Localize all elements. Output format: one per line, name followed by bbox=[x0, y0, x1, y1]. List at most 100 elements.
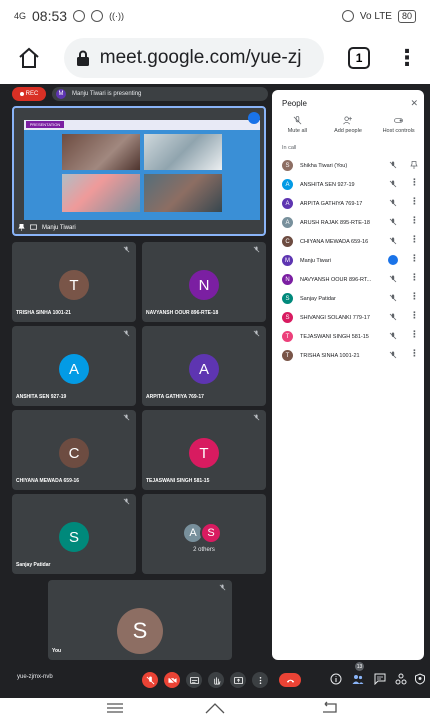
more-options-icon[interactable]: ⋮ bbox=[410, 291, 419, 302]
participant-tile[interactable]: N NAVYANSH OOUR 896-RTE-18 bbox=[142, 242, 266, 322]
pin-icon[interactable] bbox=[18, 224, 25, 231]
add-people-button[interactable]: Add people bbox=[324, 116, 372, 134]
participant-tile[interactable]: C CHIYANA MEWADA 659-16 bbox=[12, 410, 136, 490]
more-options-icon[interactable]: ⋮ bbox=[410, 177, 419, 188]
mic-off-icon bbox=[123, 330, 130, 337]
panel-actions: Mute all Add people Host controls bbox=[272, 116, 424, 134]
recents-icon[interactable] bbox=[103, 700, 127, 716]
tab-switcher-button[interactable]: 1 bbox=[348, 47, 370, 69]
participant-avatar: T bbox=[282, 331, 293, 342]
mic-toggle-button[interactable] bbox=[142, 672, 158, 688]
participant-avatar: S bbox=[59, 522, 89, 552]
participant-name: TRISHA SINHA 1001-21 bbox=[300, 352, 360, 359]
participant-row[interactable]: C CHIYANA MEWADA 659-16 ⋮ bbox=[272, 232, 424, 251]
self-view-tile[interactable]: S You bbox=[48, 580, 232, 660]
participant-row[interactable]: S Shikha Tiwari (You) bbox=[272, 156, 424, 175]
more-options-icon[interactable]: ⋮ bbox=[410, 215, 419, 226]
participant-avatar: C bbox=[282, 236, 293, 247]
signal-indicator: 4G bbox=[14, 11, 27, 21]
more-options-button[interactable] bbox=[252, 672, 268, 688]
mic-off-icon bbox=[123, 498, 130, 505]
mic-off-icon bbox=[389, 275, 397, 283]
participant-row[interactable]: A ARPITA GATHIYA 769-17 ⋮ bbox=[272, 194, 424, 213]
lock-icon bbox=[76, 50, 89, 66]
others-tile[interactable]: A S 2 others bbox=[142, 494, 266, 574]
url-text: meet.google.com/yue-zj bbox=[99, 47, 302, 68]
home-icon[interactable] bbox=[12, 41, 46, 75]
meet-stage: REC M Manju Tiwari is presenting PRESENT… bbox=[0, 84, 430, 698]
people-icon[interactable] bbox=[352, 673, 364, 685]
more-options-icon[interactable]: ⋮ bbox=[410, 348, 419, 359]
more-options-icon[interactable]: ⋮ bbox=[410, 272, 419, 283]
camera-toggle-button[interactable] bbox=[164, 672, 180, 688]
participant-count-badge: 13 bbox=[355, 662, 364, 671]
camera-off-icon bbox=[167, 676, 177, 684]
host-controls-button[interactable]: Host controls bbox=[375, 116, 423, 134]
participant-avatar: C bbox=[59, 438, 89, 468]
slide-photo bbox=[144, 174, 222, 212]
participant-row[interactable]: A ARUSH RAJAK 895-RTE-18 ⋮ bbox=[272, 213, 424, 232]
participant-name: ARPITA GATHIYA 769-17 bbox=[146, 394, 204, 400]
more-options-icon[interactable]: ⋮ bbox=[410, 329, 419, 340]
app-notification-icon bbox=[91, 10, 104, 22]
back-icon[interactable] bbox=[318, 700, 342, 716]
others-label: 2 others bbox=[193, 547, 215, 553]
participant-row[interactable]: M Manju Tiwari ⋮ bbox=[272, 251, 424, 270]
mic-off-icon bbox=[389, 351, 397, 359]
present-button[interactable] bbox=[230, 672, 246, 688]
participant-name: ARPITA GATHIYA 769-17 bbox=[300, 200, 363, 207]
info-icon[interactable] bbox=[330, 673, 342, 685]
participant-row[interactable]: T TRISHA SINHA 1001-21 ⋮ bbox=[272, 346, 424, 365]
participant-avatar: A bbox=[282, 198, 293, 209]
participant-row[interactable]: N NAVYANSH OOUR 896-RT... ⋮ bbox=[272, 270, 424, 289]
self-label: You bbox=[52, 648, 62, 654]
battery-icon: 80 bbox=[397, 9, 416, 23]
participant-tile[interactable]: T TEJASWANI SINGH 581-15 bbox=[142, 410, 266, 490]
participant-tile[interactable]: A ANSHITA SEN 927-19 bbox=[12, 326, 136, 406]
hand-icon bbox=[213, 676, 220, 685]
mic-off-icon bbox=[389, 199, 397, 207]
participant-avatar: T bbox=[189, 438, 219, 468]
participant-row[interactable]: S Sanjay Patidar ⋮ bbox=[272, 289, 424, 308]
chat-icon[interactable] bbox=[374, 673, 386, 685]
participant-tile[interactable]: T TRISHA SINHA 1001-21 bbox=[12, 242, 136, 322]
more-options-icon[interactable]: ⋮ bbox=[410, 196, 419, 207]
leave-call-button[interactable] bbox=[279, 673, 301, 687]
home-nav-icon[interactable] bbox=[203, 700, 227, 716]
people-panel: People ✕ Mute all Add people Host contro… bbox=[272, 90, 424, 660]
hotspot-icon: ((·)) bbox=[109, 11, 125, 21]
more-options-icon[interactable]: ⋮ bbox=[410, 234, 419, 245]
participant-avatar: S bbox=[200, 522, 222, 544]
activities-icon[interactable] bbox=[395, 673, 407, 685]
more-options-icon[interactable]: ⋮ bbox=[410, 310, 419, 321]
presentation-tile[interactable]: PRESENTATION Manju Tiwari bbox=[12, 106, 266, 236]
in-call-heading: In call bbox=[282, 145, 297, 151]
mute-all-button[interactable]: Mute all bbox=[273, 116, 321, 134]
participant-row[interactable]: T TEJASWANI SINGH 581-15 ⋮ bbox=[272, 327, 424, 346]
screen-share-icon bbox=[30, 224, 37, 230]
close-icon[interactable]: ✕ bbox=[410, 98, 418, 109]
captions-button[interactable] bbox=[186, 672, 202, 688]
host-controls-icon[interactable] bbox=[414, 673, 426, 685]
participant-tile[interactable]: S Sanjay Patidar bbox=[12, 494, 136, 574]
participant-avatar: A bbox=[282, 179, 293, 190]
presenting-text: Manju Tiwari is presenting bbox=[72, 91, 142, 97]
participant-avatar: S bbox=[282, 293, 293, 304]
mute-all-label: Mute all bbox=[287, 128, 307, 134]
browser-toolbar: meet.google.com/yue-zj 1 ⋮ bbox=[0, 32, 430, 84]
participant-name: Manju Tiwari bbox=[300, 257, 331, 264]
participant-avatar: A bbox=[282, 217, 293, 228]
participant-tile[interactable]: A ARPITA GATHIYA 769-17 bbox=[142, 326, 266, 406]
more-options-icon[interactable]: ⋮ bbox=[410, 253, 419, 264]
browser-menu-icon[interactable]: ⋮ bbox=[396, 47, 418, 69]
meeting-code: yue-zjmx-nvb bbox=[17, 674, 53, 680]
pin-icon[interactable] bbox=[410, 161, 418, 169]
self-avatar: S bbox=[117, 608, 163, 654]
participant-row[interactable]: S SHIVANGI SOLANKI 779-17 ⋮ bbox=[272, 308, 424, 327]
participant-row[interactable]: A ANSHITA SEN 927-19 ⋮ bbox=[272, 175, 424, 194]
mic-off-icon bbox=[389, 313, 397, 321]
address-bar[interactable]: meet.google.com/yue-zj bbox=[63, 38, 325, 78]
participant-name: NAVYANSH OOUR 896-RT... bbox=[300, 276, 372, 283]
hang-up-icon bbox=[286, 679, 294, 683]
raise-hand-button[interactable] bbox=[208, 672, 224, 688]
